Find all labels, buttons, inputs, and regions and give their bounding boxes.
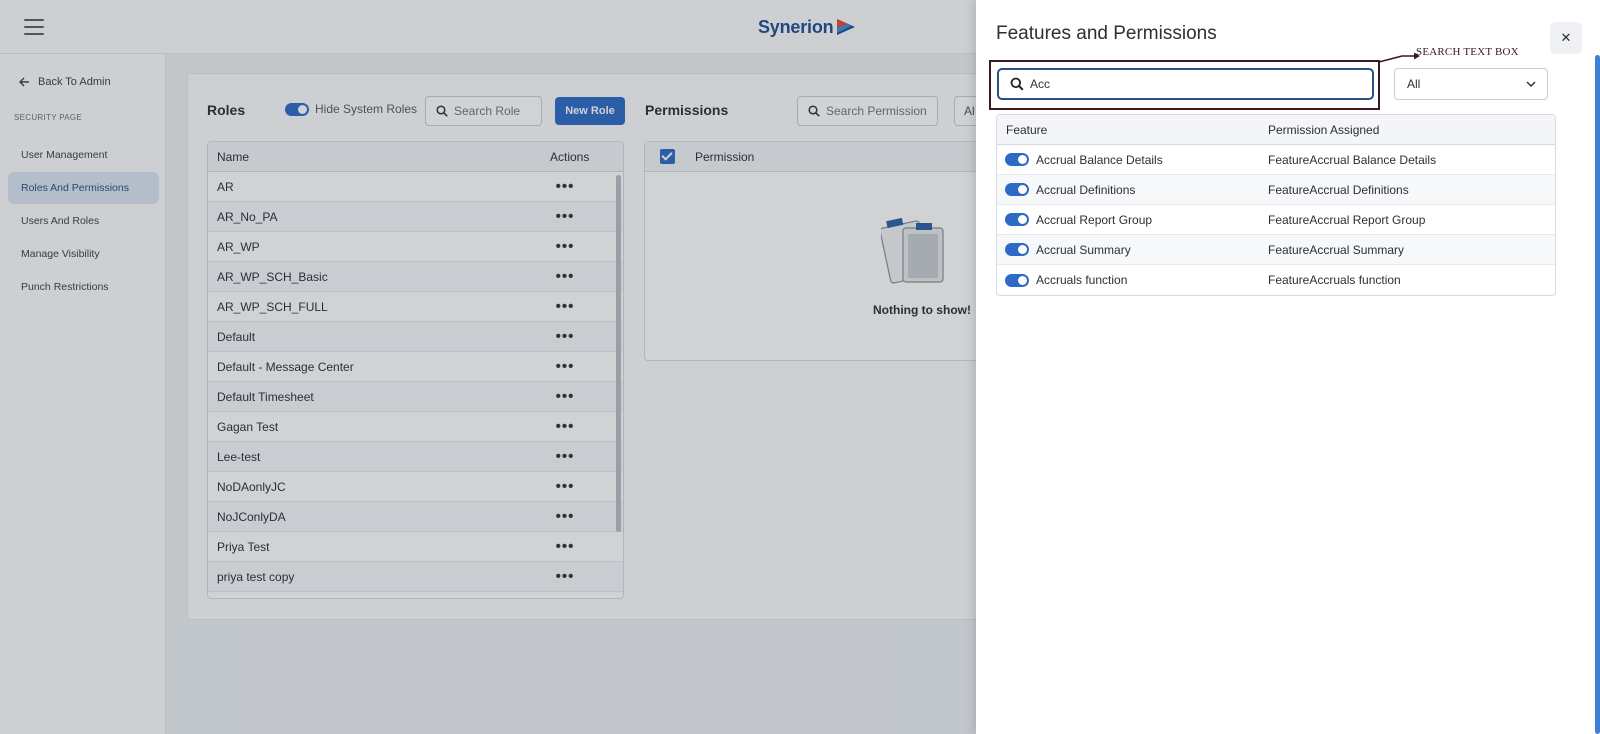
feature-name: Accrual Balance Details — [1036, 152, 1163, 167]
table-row: Accrual Balance Details FeatureAccrual Ba… — [997, 145, 1555, 175]
close-button[interactable]: ✕ — [1550, 22, 1582, 54]
feature-name: Accrual Report Group — [1036, 212, 1153, 227]
feature-name: Accrual Summary — [1036, 242, 1131, 257]
permission-assigned-column-header: Permission Assigned — [1268, 122, 1380, 137]
features-table-body: Accrual Balance Details FeatureAccrual Ba… — [997, 145, 1555, 295]
feature-name: Accruals function — [1036, 273, 1128, 287]
annotation-arrow-icon — [1378, 52, 1420, 63]
features-table: Feature Permission Assigned Accrual Bala… — [996, 114, 1556, 296]
search-icon — [1010, 77, 1024, 91]
permission-assigned: FeatureAccruals function — [1268, 273, 1401, 287]
drawer-title: Features and Permissions — [996, 23, 1217, 44]
feature-toggle[interactable] — [1005, 273, 1029, 287]
feature-filter-select[interactable]: All — [1394, 68, 1548, 100]
permission-assigned: FeatureAccrual Balance Details — [1268, 152, 1437, 167]
feature-toggle[interactable] — [1005, 243, 1029, 256]
feature-cell: Accrual Balance Details — [997, 153, 1268, 167]
permission-assigned: FeatureAccrual Report Group — [1268, 212, 1426, 227]
table-row: Accrual Report Group FeatureAccrual Repor… — [997, 205, 1555, 235]
modal-backdrop[interactable] — [0, 0, 976, 734]
feature-cell: Accruals function — [997, 273, 1268, 287]
permission-assigned: FeatureAccrual Definitions — [1268, 182, 1409, 197]
annotation-label: SEARCH TEXT BOX — [1416, 46, 1519, 58]
feature-column-header: Feature — [1006, 122, 1048, 137]
table-row: Accrual Summary FeatureAccrual Summary — [997, 235, 1555, 265]
feature-cell: Accrual Report Group — [997, 213, 1268, 227]
feature-search-box — [997, 68, 1374, 100]
permission-assigned: FeatureAccrual Summary — [1268, 242, 1405, 257]
chevron-down-icon — [1526, 81, 1536, 88]
feature-search-input[interactable] — [1030, 77, 1372, 91]
feature-toggle[interactable] — [1005, 213, 1029, 226]
table-row: Accrual Definitions FeatureAccrual Defini… — [997, 175, 1555, 205]
close-icon: ✕ — [1560, 30, 1572, 45]
features-table-header: Feature Permission Assigned — [997, 115, 1555, 145]
feature-toggle[interactable] — [1005, 183, 1029, 196]
drawer-scrollbar[interactable] — [1595, 55, 1600, 734]
feature-filter-value: All — [1407, 77, 1421, 91]
feature-name: Accrual Definitions — [1036, 182, 1136, 197]
feature-toggle[interactable] — [1005, 153, 1029, 166]
feature-cell: Accrual Definitions — [997, 183, 1268, 197]
features-permissions-drawer: Features and Permissions ✕ SEARCH TEXT B… — [976, 0, 1600, 734]
feature-cell: Accrual Summary — [997, 243, 1268, 257]
table-row: Accruals function FeatureAccruals functio… — [997, 265, 1555, 295]
